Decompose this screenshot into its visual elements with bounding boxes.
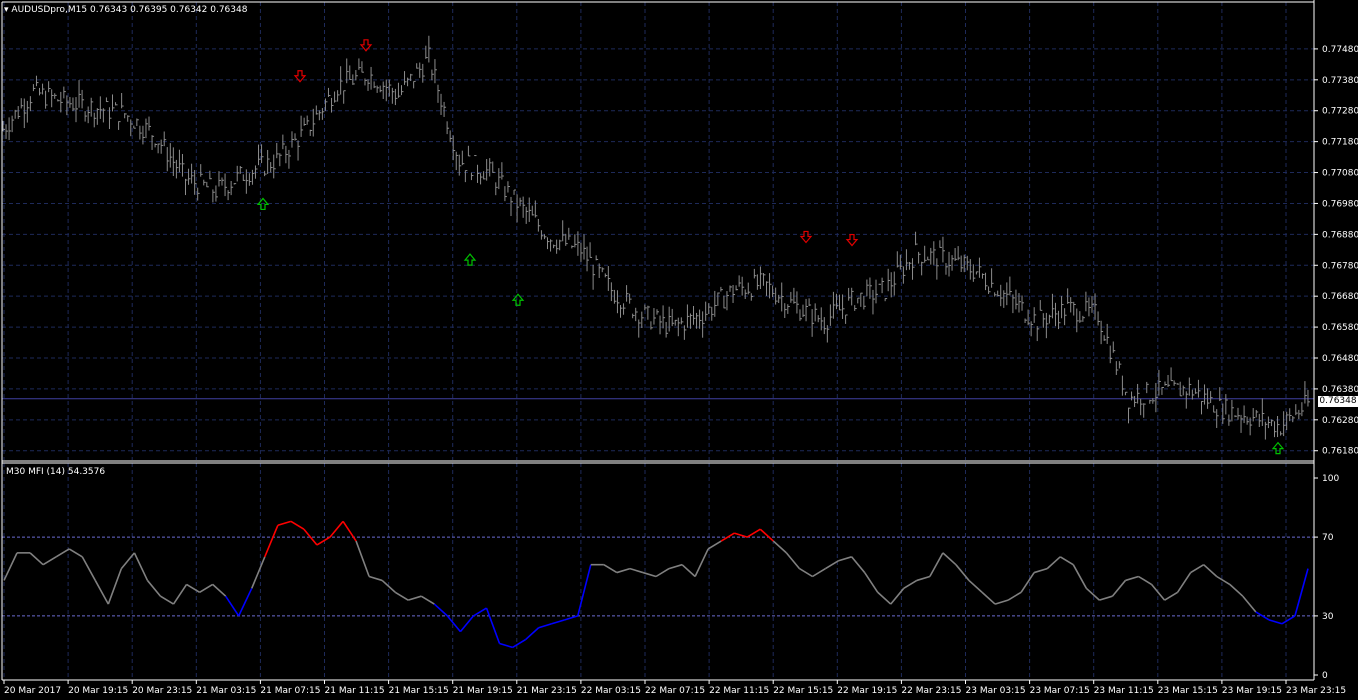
- price-tick-label: 0.76380: [1322, 385, 1358, 395]
- mfi-tick-label: 30: [1322, 612, 1334, 622]
- time-tick-label: 21 Mar 07:15: [260, 686, 320, 696]
- time-tick-label: 23 Mar 07:15: [1030, 686, 1090, 696]
- time-tick-label: 22 Mar 11:15: [709, 686, 769, 696]
- time-tick-label: 22 Mar 03:15: [581, 686, 641, 696]
- price-tick-label: 0.76580: [1322, 323, 1358, 333]
- chart-root: 0.77480 0.77380 0.77280 0.77180 0.77080 0.769…: [0, 0, 1358, 700]
- time-tick-label: 21 Mar 19:15: [453, 686, 513, 696]
- ohlc-readout: 0.76343 0.76395 0.76342 0.76348: [90, 5, 248, 15]
- time-tick-label: 22 Mar 23:15: [901, 686, 961, 696]
- time-tick-label: 22 Mar 15:15: [773, 686, 833, 696]
- symbol-label[interactable]: AUDUSDpro,M15: [11, 5, 87, 15]
- price-tick-label: 0.77480: [1322, 45, 1358, 55]
- price-tick-label: 0.76280: [1322, 416, 1358, 426]
- time-tick-label: 21 Mar 15:15: [389, 686, 449, 696]
- time-tick-label: 23 Mar 19:15: [1222, 686, 1282, 696]
- mfi-tick-label: 0: [1322, 671, 1328, 681]
- indicator-title[interactable]: M30 MFI (14) 54.3576: [6, 467, 105, 477]
- time-tick-label: 23 Mar 11:15: [1094, 686, 1154, 696]
- time-tick-label: 20 Mar 2017: [4, 686, 61, 696]
- price-tick-label: 0.76480: [1322, 354, 1358, 364]
- price-tick-label: 0.76680: [1322, 292, 1358, 302]
- symbol-dropdown-icon[interactable]: ▾: [4, 5, 9, 15]
- chart-background: [0, 0, 1358, 700]
- time-tick-label: 21 Mar 03:15: [196, 686, 256, 696]
- time-tick-label: 23 Mar 23:15: [1286, 686, 1346, 696]
- price-tick-label: 0.77280: [1322, 107, 1358, 117]
- time-tick-label: 20 Mar 19:15: [68, 686, 128, 696]
- price-tick-label: 0.76980: [1322, 199, 1358, 209]
- time-tick-label: 21 Mar 11:15: [325, 686, 385, 696]
- price-tick-label: 0.77080: [1322, 169, 1358, 179]
- time-tick-label: 23 Mar 03:15: [966, 686, 1026, 696]
- mfi-tick-label: 100: [1322, 474, 1339, 484]
- mfi-tick-label: 70: [1322, 533, 1334, 543]
- price-tick-label: 0.76180: [1322, 447, 1358, 457]
- price-tick-label: 0.76780: [1322, 261, 1358, 271]
- main-window-header: ▾ AUDUSDpro,M15 0.76343 0.76395 0.76342 …: [4, 5, 247, 15]
- time-tick-label: 23 Mar 15:15: [1158, 686, 1218, 696]
- price-tick-label: 0.76880: [1322, 230, 1358, 240]
- price-tick-label: 0.77380: [1322, 76, 1358, 86]
- time-tick-label: 20 Mar 23:15: [132, 686, 192, 696]
- time-tick-label: 22 Mar 19:15: [837, 686, 897, 696]
- price-tick-label: 0.77180: [1322, 138, 1358, 148]
- time-tick-label: 21 Mar 23:15: [517, 686, 577, 696]
- time-tick-label: 22 Mar 07:15: [645, 686, 705, 696]
- current-price-tag: 0.76348: [1318, 396, 1358, 407]
